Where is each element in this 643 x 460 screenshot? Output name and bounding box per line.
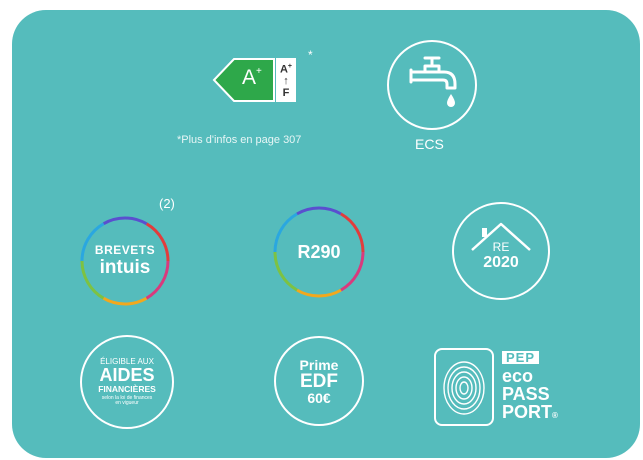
- fingerprint-icon: [443, 361, 485, 415]
- badges-panel: A+ A+ ↑ F * *Plus d'infos en page 307 EC…: [12, 10, 640, 458]
- pep-line2: eco: [502, 366, 534, 386]
- aides-line5: en vigueur: [115, 400, 139, 407]
- brevets-line1: BREVETS: [94, 243, 156, 257]
- prime-line2: EDF: [300, 370, 338, 392]
- pep-line3: PASS: [502, 384, 550, 404]
- prime-line3: 60€: [307, 389, 331, 406]
- aides-badge: ÉLIGIBLE AUX AIDES FINANCIÈRES selon la …: [80, 335, 174, 429]
- re2020-line1: RE: [492, 240, 510, 254]
- brevets-badge: BREVETS intuis: [79, 215, 171, 307]
- fingerprint-frame: [434, 348, 494, 426]
- re2020-line2: 2020: [483, 254, 519, 271]
- pep-line4: PORT®: [502, 402, 558, 422]
- ecs-label: ECS: [415, 136, 444, 152]
- pep-line1: PEP: [502, 351, 540, 364]
- re2020-badge: RE 2020: [452, 202, 550, 300]
- aides-line2: AIDES: [99, 365, 155, 386]
- faucet-icon: [409, 56, 457, 107]
- aides-line3: FINANCIÈRES: [98, 383, 156, 394]
- energy-class: A+: [242, 66, 262, 89]
- pep-ecopassport-logo: PEP eco PASS PORT®: [434, 348, 574, 428]
- prime-edf-badge: Prime EDF 60€: [274, 336, 364, 426]
- energy-note: *Plus d'infos en page 307: [177, 134, 302, 146]
- brevets-line2: intuis: [99, 257, 151, 278]
- r290-badge: R290: [272, 205, 366, 299]
- prime-line1: Prime: [299, 356, 339, 373]
- r290-label: R290: [297, 241, 341, 262]
- brevets-footnote: (2): [159, 196, 175, 211]
- energy-asterisk: *: [308, 48, 313, 62]
- energy-scale: A+ ↑ F: [279, 62, 293, 100]
- energy-label: A+ A+ ↑ F *: [212, 48, 313, 105]
- ecs-badge: [387, 40, 477, 130]
